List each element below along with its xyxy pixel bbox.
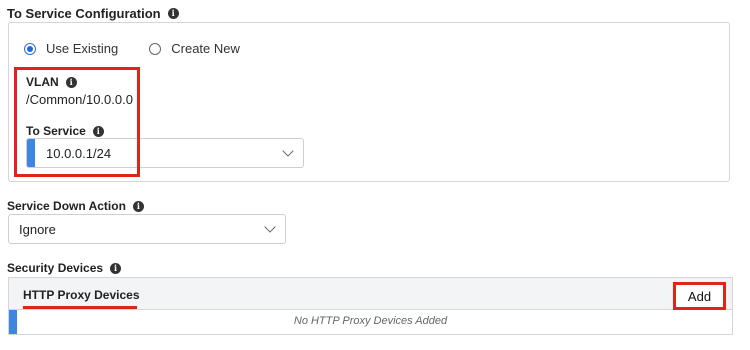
create-new-label[interactable]: Create New <box>171 41 240 56</box>
info-icon[interactable]: i <box>167 8 179 19</box>
highlight-box <box>14 67 140 177</box>
table-body: No HTTP Proxy Devices Added <box>8 310 733 335</box>
radio-group: Use Existing Create New <box>24 41 271 56</box>
section-title-label: To Service Configuration <box>7 6 161 21</box>
use-existing-label[interactable]: Use Existing <box>46 41 118 56</box>
empty-state-text: No HTTP Proxy Devices Added <box>293 315 448 327</box>
service-down-action-select[interactable]: Ignore <box>8 214 286 244</box>
info-icon[interactable]: i <box>132 200 144 212</box>
title-underline <box>23 306 137 309</box>
to-service-configuration-title: To Service Configuration i <box>7 6 179 21</box>
info-icon[interactable]: i <box>110 262 122 274</box>
create-new-radio[interactable] <box>149 42 162 55</box>
service-down-action-label: Service Down Action i <box>7 199 144 213</box>
chevron-down-icon <box>282 145 294 157</box>
service-down-action-label-text: Service Down Action <box>7 199 126 213</box>
service-down-action-selected-value: Ignore <box>19 221 56 237</box>
http-proxy-devices-title: HTTP Proxy Devices <box>23 288 140 302</box>
security-devices-label: Security Devices i <box>7 261 122 275</box>
use-existing-radio[interactable] <box>24 42 36 55</box>
security-devices-label-text: Security Devices <box>7 261 104 275</box>
http-proxy-devices-table: HTTP Proxy Devices Add No HTTP Proxy Dev… <box>8 277 733 335</box>
add-button[interactable]: Add <box>673 282 726 310</box>
table-header: HTTP Proxy Devices Add <box>8 277 733 310</box>
chevron-down-icon <box>264 221 276 233</box>
